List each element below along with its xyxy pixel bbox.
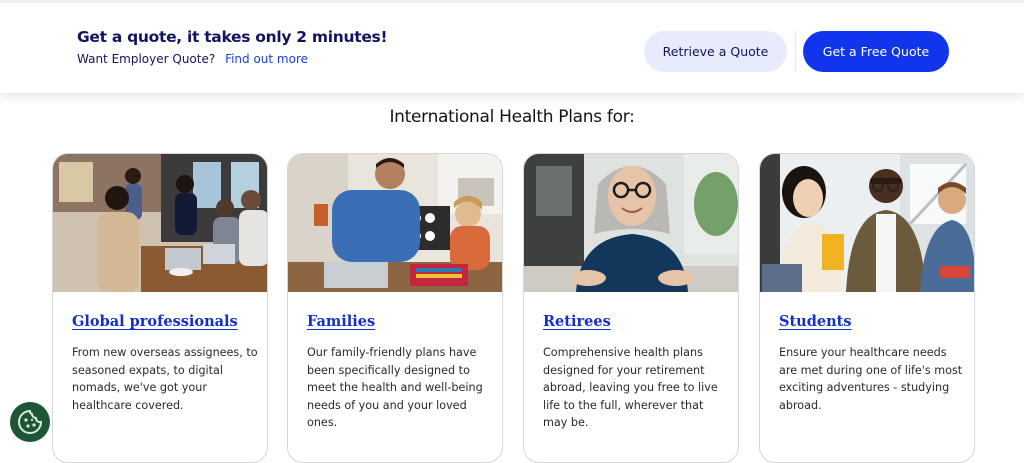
- plan-card-students[interactable]: Students Ensure your healthcare needs ar…: [759, 153, 975, 463]
- retirees-photo: [524, 154, 738, 292]
- plan-card-title[interactable]: Families: [307, 313, 375, 330]
- retrieve-quote-button[interactable]: Retrieve a Quote: [644, 31, 787, 72]
- plan-card-description: Comprehensive health plans designed for …: [543, 346, 718, 429]
- plan-card-description: From new overseas assignees, to seasoned…: [72, 346, 258, 412]
- employer-quote-prompt: Want Employer Quote?: [77, 52, 216, 66]
- global-professionals-photo: [53, 154, 267, 292]
- cookie-icon: [18, 409, 43, 434]
- banner-divider: [795, 31, 796, 72]
- quote-banner: Get a quote, it takes only 2 minutes! Wa…: [0, 0, 1024, 93]
- plan-card-families[interactable]: Families Our family-friendly plans have …: [287, 153, 503, 463]
- cookie-settings-button[interactable]: [10, 402, 50, 442]
- get-free-quote-button[interactable]: Get a Free Quote: [803, 31, 949, 72]
- plan-card-retirees[interactable]: Retirees Comprehensive health plans desi…: [523, 153, 739, 463]
- families-photo: [288, 154, 502, 292]
- plans-section-heading: International Health Plans for:: [389, 107, 635, 127]
- students-photo: [760, 154, 974, 292]
- plan-card-global-professionals[interactable]: Global professionals From new overseas a…: [52, 153, 268, 463]
- plan-card-title[interactable]: Students: [779, 313, 851, 330]
- employer-quote-line: Want Employer Quote? Find out more: [77, 52, 308, 66]
- plan-card-description: Ensure your healthcare needs are met dur…: [779, 346, 963, 412]
- plan-card-title[interactable]: Retirees: [543, 313, 611, 330]
- quote-banner-title: Get a quote, it takes only 2 minutes!: [77, 28, 388, 46]
- plan-card-description: Our family-friendly plans have been spec…: [307, 346, 483, 429]
- employer-quote-link[interactable]: Find out more: [225, 52, 308, 66]
- plan-card-title[interactable]: Global professionals: [72, 313, 238, 330]
